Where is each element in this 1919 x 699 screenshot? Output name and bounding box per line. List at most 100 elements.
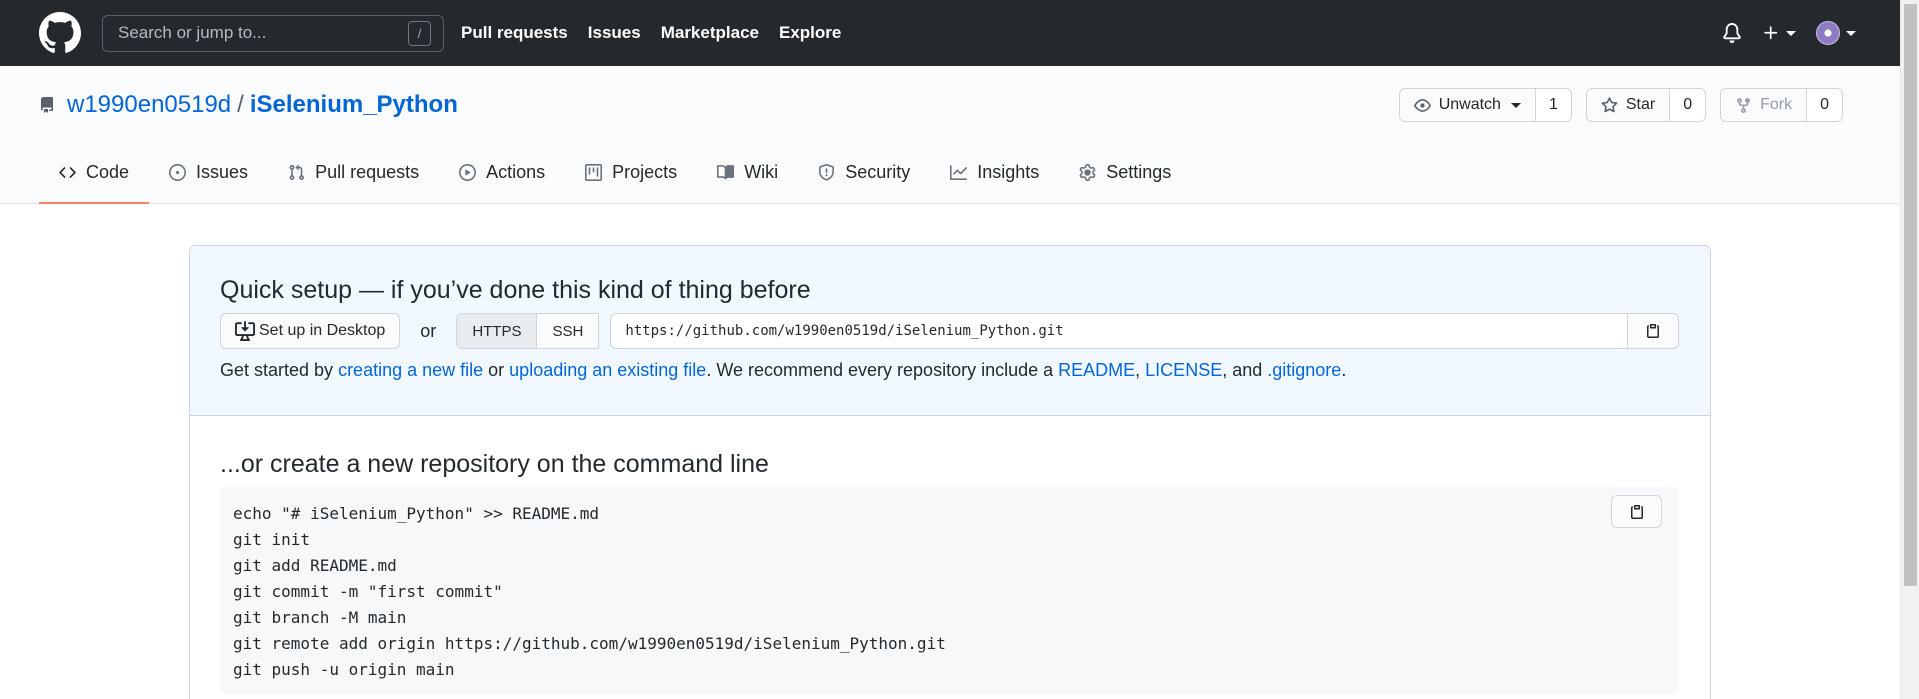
page-scrollbar[interactable] <box>1900 0 1919 699</box>
intro-text: Get started by <box>220 360 339 380</box>
command-line: git branch -M main <box>233 608 407 627</box>
command-block: echo "# iSelenium_Python" >> README.md g… <box>220 487 1679 694</box>
tab-label: Settings <box>1106 161 1172 182</box>
forks-count[interactable]: 0 <box>1807 88 1843 122</box>
desktop-download-icon <box>235 321 255 341</box>
nav-pull-requests[interactable]: Pull requests <box>461 23 568 43</box>
command-line-section: ...or create a new repository on the com… <box>190 416 1710 694</box>
issue-icon <box>169 163 187 181</box>
path-separator: / <box>237 91 244 118</box>
tab-label: Actions <box>486 161 546 182</box>
scrollbar-thumb[interactable] <box>1904 4 1917 586</box>
getting-started-text: Get started by creating a new file or up… <box>220 360 1679 381</box>
quick-setup-panel: Quick setup — if you’ve done this kind o… <box>190 246 1710 416</box>
intro-text: . <box>1341 360 1347 380</box>
chevron-down-icon <box>1846 30 1856 36</box>
tab-pull-requests[interactable]: Pull requests <box>268 142 439 204</box>
notifications-bell-icon[interactable] <box>1722 23 1742 43</box>
intro-text: . We recommend every repository include … <box>706 360 1059 380</box>
command-line: git push -u origin main <box>233 660 455 679</box>
fork-button[interactable]: Fork <box>1720 88 1808 122</box>
play-icon <box>459 163 477 181</box>
user-menu[interactable] <box>1816 21 1856 45</box>
graph-icon <box>950 164 968 180</box>
stargazers-count[interactable]: 0 <box>1670 88 1707 122</box>
nav-marketplace[interactable]: Marketplace <box>661 23 759 43</box>
command-line: git commit -m "first commit" <box>233 582 503 601</box>
readme-link[interactable]: README <box>1058 360 1135 380</box>
project-icon <box>585 163 603 181</box>
quick-setup-title: Quick setup — if you’ve done this kind o… <box>220 276 811 304</box>
repo-title: w1990en0519d / iSelenium_Python <box>39 88 458 122</box>
repo-name-link[interactable]: iSelenium_Python <box>250 91 458 119</box>
intro-text: , and <box>1222 360 1268 380</box>
nav-explore[interactable]: Explore <box>779 23 841 43</box>
command-line: git init <box>233 530 311 549</box>
intro-text: , <box>1135 360 1146 380</box>
watchers-count[interactable]: 1 <box>1535 88 1572 122</box>
header-actions <box>1702 0 1856 66</box>
intro-text: or <box>483 360 510 380</box>
search-input[interactable] <box>118 23 408 43</box>
command-line-title: ...or create a new repository on the com… <box>220 450 769 478</box>
clone-url-input[interactable] <box>611 314 1627 348</box>
command-line: git remote add origin https://github.com… <box>233 634 946 653</box>
empty-repo-instructions: Quick setup — if you’ve done this kind o… <box>189 245 1711 699</box>
setup-in-desktop-button[interactable]: Set up in Desktop <box>220 313 401 349</box>
nav-issues[interactable]: Issues <box>588 23 641 43</box>
gear-icon <box>1079 163 1096 181</box>
code-icon <box>59 166 76 178</box>
tab-label: Pull requests <box>315 161 420 182</box>
upload-existing-file-link[interactable]: uploading an existing file <box>509 360 706 380</box>
command-line: git add README.md <box>233 556 397 575</box>
repo-actions: Unwatch 1 Star 0 Fork 0 <box>1385 88 1843 122</box>
ssh-toggle[interactable]: SSH <box>537 314 599 348</box>
clone-row: Set up in Desktop or HTTPS SSH <box>220 313 1679 349</box>
tab-label: Security <box>845 161 911 182</box>
tab-actions[interactable]: Actions <box>439 142 565 204</box>
github-logo-icon[interactable] <box>39 12 81 54</box>
unwatch-button[interactable]: Unwatch <box>1398 88 1536 122</box>
copy-url-button[interactable] <box>1627 314 1678 348</box>
tab-wiki[interactable]: Wiki <box>697 142 798 204</box>
setup-in-desktop-label: Set up in Desktop <box>259 322 386 339</box>
tab-security[interactable]: Security <box>798 142 930 204</box>
tab-issues[interactable]: Issues <box>149 142 268 204</box>
create-new-menu[interactable] <box>1762 24 1796 42</box>
star-group: Star 0 <box>1585 88 1707 122</box>
https-toggle[interactable]: HTTPS <box>457 314 538 348</box>
protocol-selector: HTTPS SSH <box>456 313 600 349</box>
shield-icon <box>819 163 835 181</box>
clone-url-field <box>610 313 1679 349</box>
license-link[interactable]: LICENSE <box>1145 360 1222 380</box>
avatar <box>1816 21 1840 45</box>
repo-icon <box>39 96 55 114</box>
tab-insights[interactable]: Insights <box>930 142 1059 204</box>
tab-label: Issues <box>196 161 249 182</box>
repo-tabs: Code Issues Pull requests Actions Projec… <box>39 142 1191 204</box>
tab-projects[interactable]: Projects <box>565 142 697 204</box>
repo-owner-link[interactable]: w1990en0519d <box>67 91 231 119</box>
tab-label: Insights <box>977 161 1040 182</box>
chevron-down-icon <box>1510 102 1521 108</box>
slash-shortcut-hint: / <box>408 20 431 46</box>
book-icon <box>717 164 735 179</box>
tab-label: Wiki <box>744 161 779 182</box>
tab-settings[interactable]: Settings <box>1059 142 1191 204</box>
tab-label: Projects <box>612 161 678 182</box>
tab-label: Code <box>86 161 130 182</box>
copy-commands-button[interactable] <box>1611 495 1662 528</box>
eye-icon <box>1413 98 1431 112</box>
command-line: echo "# iSelenium_Python" >> README.md <box>233 504 600 523</box>
create-new-file-link[interactable]: creating a new file <box>338 360 483 380</box>
fork-group: Fork 0 <box>1720 88 1843 122</box>
tab-code[interactable]: Code <box>39 142 150 204</box>
chevron-down-icon <box>1786 30 1796 36</box>
star-button[interactable]: Star <box>1585 88 1671 122</box>
unwatch-label: Unwatch <box>1438 96 1501 113</box>
clipboard-icon <box>1647 324 1659 338</box>
search-box[interactable]: / <box>102 14 444 52</box>
gitignore-link[interactable]: .gitignore <box>1267 360 1341 380</box>
pull-request-icon <box>289 164 305 180</box>
global-nav: Pull requests Issues Marketplace Explore <box>461 23 861 43</box>
